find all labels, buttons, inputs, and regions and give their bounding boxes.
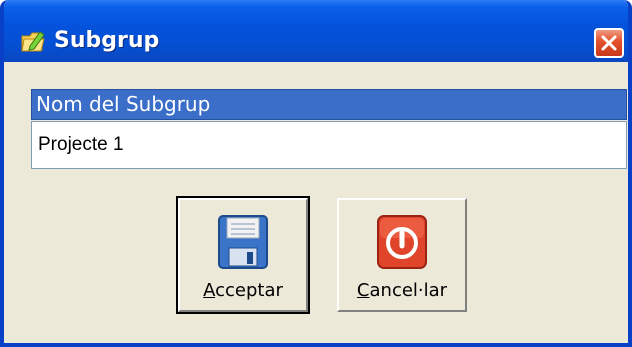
save-icon: [218, 215, 268, 269]
cancel-button-label: Cancel·lar: [356, 280, 448, 301]
subgroup-name-input[interactable]: [31, 121, 627, 169]
subgrup-dialog: Subgrup Nom del Subgrup Acceptar Cancel·…: [0, 0, 632, 347]
title-bar[interactable]: Subgrup: [4, 0, 628, 62]
accept-button[interactable]: Acceptar: [176, 196, 310, 314]
power-icon: [377, 215, 427, 269]
subgroup-name-label: Nom del Subgrup: [31, 89, 627, 120]
close-icon: [601, 35, 617, 51]
folder-edit-icon: [21, 31, 45, 52]
window-title: Subgrup: [54, 28, 160, 53]
cancel-button[interactable]: Cancel·lar: [337, 198, 467, 312]
close-button[interactable]: [594, 28, 624, 58]
accept-button-label: Acceptar: [203, 280, 283, 301]
